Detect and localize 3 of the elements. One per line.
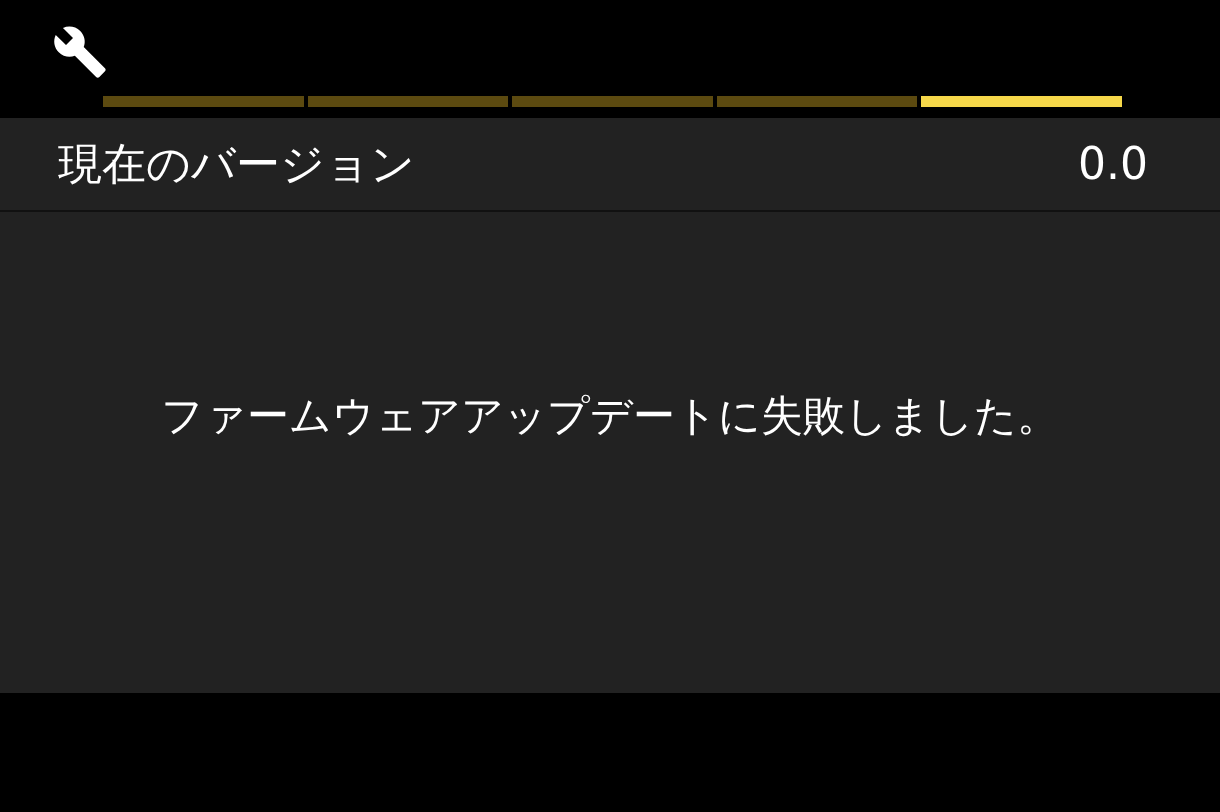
error-message: ファームウェアアップデートに失敗しました。 — [161, 394, 1059, 437]
version-label: 現在のバージョン — [58, 142, 415, 186]
version-value: 0.0 — [1078, 142, 1148, 186]
